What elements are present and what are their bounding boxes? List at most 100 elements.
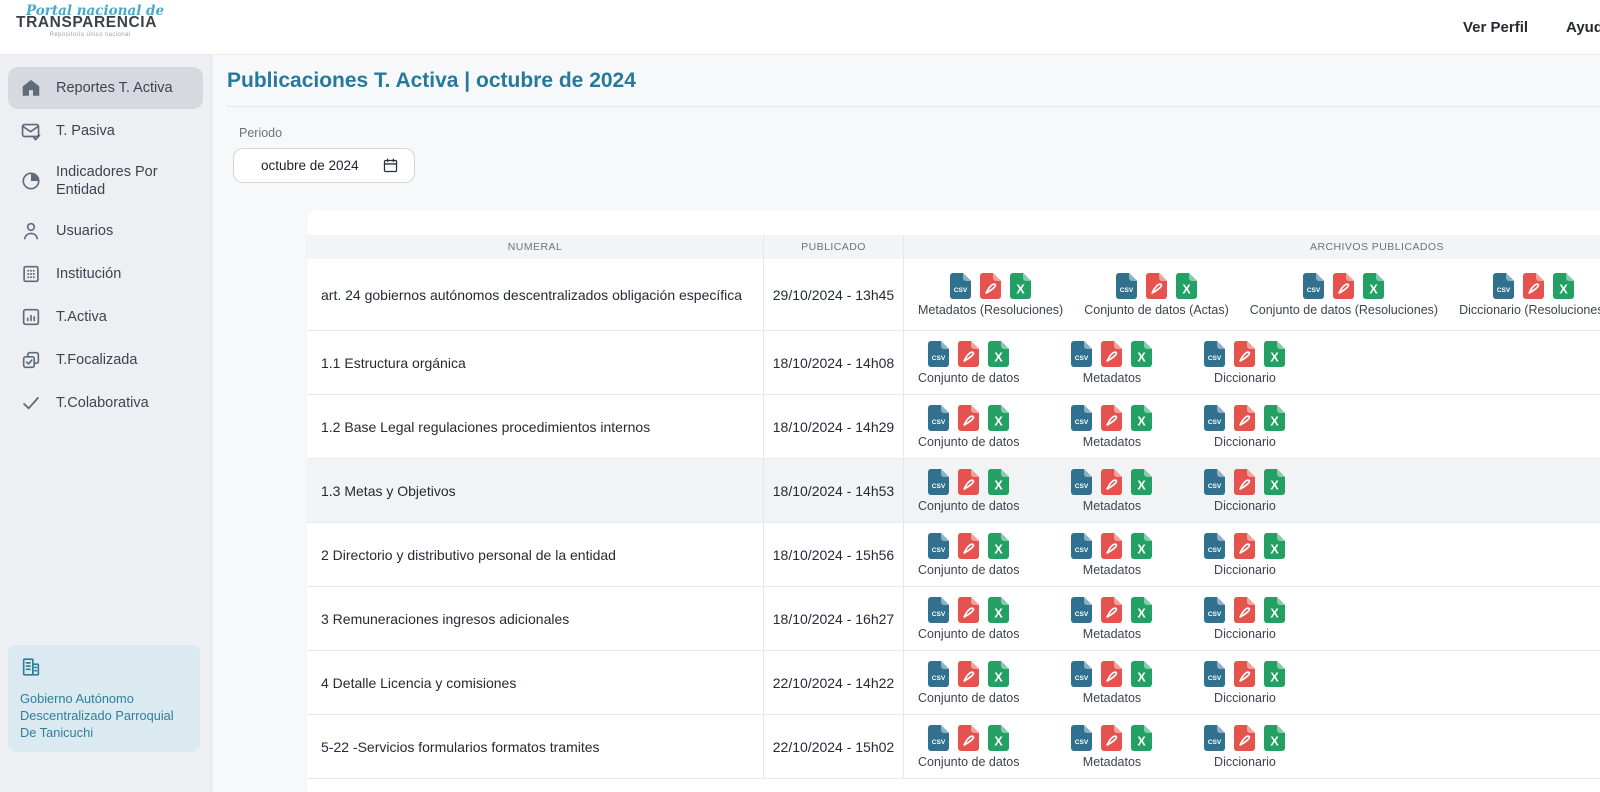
csv-file-icon[interactable]: CSV [1204, 405, 1225, 431]
pdf-file-icon[interactable] [1333, 273, 1354, 299]
brand-logo[interactable]: Portal nacional de TRANSPARENCIA Reposit… [16, 5, 164, 38]
xls-file-icon[interactable]: X [1363, 273, 1384, 299]
xls-file-icon[interactable]: X [1131, 469, 1152, 495]
pdf-file-icon[interactable] [1234, 405, 1255, 431]
xls-file-icon[interactable]: X [988, 341, 1009, 367]
xls-file-icon[interactable]: X [1264, 597, 1285, 623]
csv-file-icon[interactable]: CSV [1204, 469, 1225, 495]
csv-file-icon[interactable]: CSV [1071, 341, 1092, 367]
pdf-file-icon[interactable] [958, 405, 979, 431]
sidebar-item-t-pasiva[interactable]: T. Pasiva [8, 110, 203, 152]
xls-file-icon[interactable]: X [1264, 725, 1285, 751]
xls-file-icon[interactable]: X [1131, 533, 1152, 559]
pdf-file-icon[interactable] [1234, 725, 1255, 751]
csv-file-icon[interactable]: CSV [1071, 533, 1092, 559]
csv-file-icon[interactable]: CSV [928, 725, 949, 751]
csv-file-icon[interactable]: CSV [928, 469, 949, 495]
pdf-file-icon[interactable] [1234, 341, 1255, 367]
csv-file-icon[interactable]: CSV [1071, 405, 1092, 431]
xls-file-icon[interactable]: X [1264, 533, 1285, 559]
xls-file-icon[interactable]: X [988, 469, 1009, 495]
csv-file-icon[interactable]: CSV [1071, 597, 1092, 623]
pdf-file-icon[interactable] [1101, 725, 1122, 751]
xls-file-icon[interactable]: X [1264, 661, 1285, 687]
pdf-file-icon[interactable] [958, 597, 979, 623]
pdf-file-icon[interactable] [1101, 341, 1122, 367]
csv-file-icon[interactable]: CSV [1071, 661, 1092, 687]
csv-file-icon[interactable]: CSV [928, 661, 949, 687]
file-group: CSV X Metadatos [1071, 341, 1152, 385]
svg-text:CSV: CSV [1075, 675, 1089, 682]
xls-file-icon[interactable]: X [1553, 273, 1574, 299]
file-group: CSV X Diccionario [1204, 533, 1285, 577]
pdf-file-icon[interactable] [958, 341, 979, 367]
csv-file-icon[interactable]: CSV [928, 405, 949, 431]
sidebar-item-reportes-t-activa[interactable]: Reportes T. Activa [8, 67, 203, 109]
sidebar-item-t-colaborativa[interactable]: T.Colaborativa [8, 382, 203, 424]
file-icons: CSV X [1204, 341, 1285, 367]
pdf-file-icon[interactable] [1234, 533, 1255, 559]
csv-file-icon[interactable]: CSV [928, 341, 949, 367]
xls-file-icon[interactable]: X [1131, 341, 1152, 367]
pdf-file-icon[interactable] [1101, 597, 1122, 623]
xls-file-icon[interactable]: X [988, 533, 1009, 559]
period-month-input[interactable]: octubre de 2024 [233, 148, 415, 183]
archivos-cell: CSV X Conjunto de datos CSV [903, 331, 1600, 394]
xls-file-icon[interactable]: X [1264, 469, 1285, 495]
pdf-file-icon[interactable] [958, 661, 979, 687]
csv-file-icon[interactable]: CSV [1204, 533, 1225, 559]
xls-file-icon[interactable]: X [1131, 597, 1152, 623]
header-link-ayuda[interactable]: Ayuda [1566, 19, 1600, 36]
sidebar-item-usuarios[interactable]: Usuarios [8, 210, 203, 252]
pdf-file-icon[interactable] [1101, 533, 1122, 559]
pdf-file-icon[interactable] [1234, 597, 1255, 623]
xls-file-icon[interactable]: X [1264, 341, 1285, 367]
pdf-file-icon[interactable] [958, 725, 979, 751]
pdf-file-icon[interactable] [958, 533, 979, 559]
file-group-label: Diccionario [1214, 691, 1276, 705]
pdf-file-icon[interactable] [980, 273, 1001, 299]
file-group: CSV X Conjunto de datos [918, 341, 1019, 385]
xls-file-icon[interactable]: X [1131, 725, 1152, 751]
publicado-cell: 18/10/2024 - 15h56 [763, 523, 903, 586]
csv-file-icon[interactable]: CSV [1204, 341, 1225, 367]
sidebar-item-t-focalizada[interactable]: T.Focalizada [8, 339, 203, 381]
pdf-file-icon[interactable] [1234, 469, 1255, 495]
csv-file-icon[interactable]: CSV [1204, 661, 1225, 687]
pdf-file-icon[interactable] [1146, 273, 1167, 299]
csv-file-icon[interactable]: CSV [1116, 273, 1137, 299]
csv-file-icon[interactable]: CSV [928, 533, 949, 559]
xls-file-icon[interactable]: X [988, 725, 1009, 751]
pdf-file-icon[interactable] [1523, 273, 1544, 299]
csv-file-icon[interactable]: CSV [1071, 469, 1092, 495]
csv-file-icon[interactable]: CSV [1303, 273, 1324, 299]
xls-file-icon[interactable]: X [988, 597, 1009, 623]
csv-file-icon[interactable]: CSV [1204, 597, 1225, 623]
pdf-file-icon[interactable] [1101, 661, 1122, 687]
xls-file-icon[interactable]: X [1264, 405, 1285, 431]
pdf-file-icon[interactable] [958, 469, 979, 495]
csv-file-icon[interactable]: CSV [928, 597, 949, 623]
file-icons: CSV X [928, 533, 1009, 559]
pdf-file-icon[interactable] [1101, 469, 1122, 495]
numeral-cell: 3 Remuneraciones ingresos adicionales [307, 587, 763, 650]
xls-file-icon[interactable]: X [1131, 661, 1152, 687]
file-group-label: Conjunto de datos [918, 755, 1019, 769]
xls-file-icon[interactable]: X [988, 661, 1009, 687]
sidebar-item-indicadores-por-entidad[interactable]: Indicadores Por Entidad [8, 153, 203, 209]
xls-file-icon[interactable]: X [1010, 273, 1031, 299]
pdf-file-icon[interactable] [1101, 405, 1122, 431]
topnav: Ver Perfil Ayuda [1463, 0, 1600, 55]
csv-file-icon[interactable]: CSV [1493, 273, 1514, 299]
header-link-ver-perfil[interactable]: Ver Perfil [1463, 19, 1528, 36]
xls-file-icon[interactable]: X [1131, 405, 1152, 431]
xls-file-icon[interactable]: X [988, 405, 1009, 431]
pdf-file-icon[interactable] [1234, 661, 1255, 687]
svg-text:X: X [995, 414, 1004, 428]
csv-file-icon[interactable]: CSV [1204, 725, 1225, 751]
xls-file-icon[interactable]: X [1176, 273, 1197, 299]
sidebar-item-instituci-n[interactable]: Institución [8, 253, 203, 295]
sidebar-item-t-activa[interactable]: T.Activa [8, 296, 203, 338]
csv-file-icon[interactable]: CSV [1071, 725, 1092, 751]
csv-file-icon[interactable]: CSV [950, 273, 971, 299]
